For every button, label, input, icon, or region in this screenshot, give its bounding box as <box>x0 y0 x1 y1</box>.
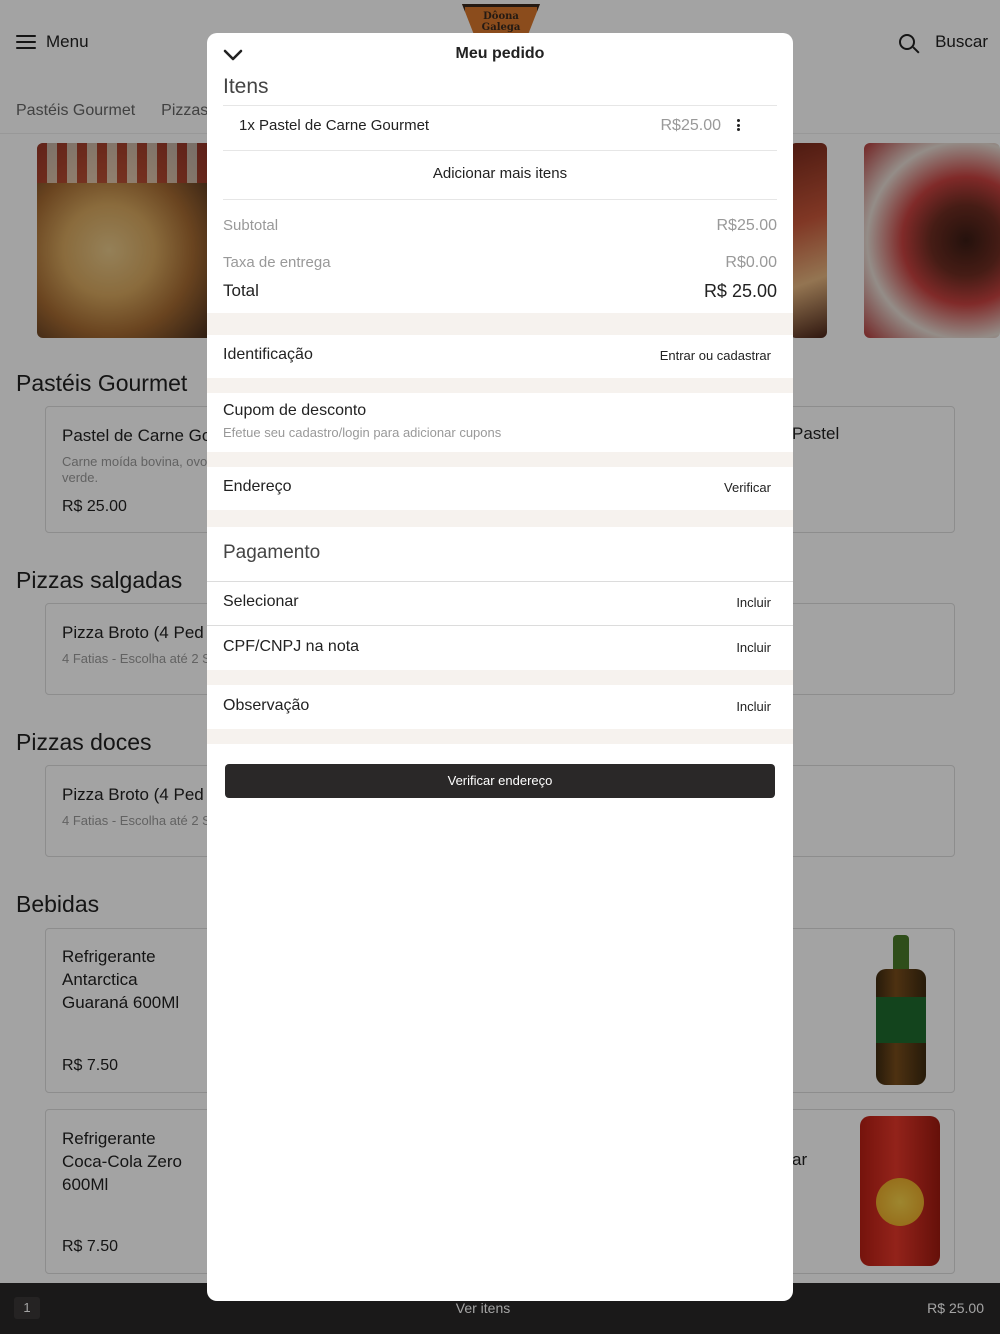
subtotal-value: R$25.00 <box>716 217 778 234</box>
items-heading: Itens <box>223 75 269 98</box>
total-label: Total <box>223 281 259 300</box>
cpf-cnpj-label: CPF/CNPJ na nota <box>223 638 360 655</box>
divider <box>223 150 777 151</box>
coupon-label[interactable]: Cupom de desconto <box>223 402 366 420</box>
delivery-fee-label: Taxa de entrega <box>223 254 331 271</box>
observation-label: Observação <box>223 697 310 714</box>
divider <box>223 105 777 106</box>
coupon-hint: Efetue seu cadastro/login para adicionar… <box>223 425 502 440</box>
payment-heading: Pagamento <box>223 542 321 563</box>
divider <box>223 199 777 200</box>
section-separator <box>207 670 793 685</box>
total-value: R$ 25.00 <box>703 281 777 301</box>
order-modal: Meu pedido Itens 1x Pastel de Carne Gour… <box>207 33 793 1301</box>
more-options-icon[interactable] <box>736 119 740 131</box>
address-label: Endereço <box>223 478 292 495</box>
observation-include-button[interactable]: Incluir <box>736 699 771 714</box>
order-item-name: 1x Pastel de Carne Gourmet <box>239 117 430 134</box>
section-separator <box>207 313 793 335</box>
section-separator <box>207 452 793 467</box>
divider <box>207 625 793 626</box>
modal-title: Meu pedido <box>455 45 545 62</box>
identification-label: Identificação <box>223 346 313 363</box>
divider <box>207 581 793 582</box>
section-separator <box>207 378 793 393</box>
payment-method-include-button[interactable]: Incluir <box>736 595 771 610</box>
order-item-price: R$25.00 <box>660 117 722 134</box>
section-separator <box>207 510 793 527</box>
delivery-fee-value: R$0.00 <box>725 254 777 271</box>
login-register-button[interactable]: Entrar ou cadastrar <box>660 348 771 363</box>
subtotal-label: Subtotal <box>223 217 279 234</box>
cpf-cnpj-include-button[interactable]: Incluir <box>736 640 771 655</box>
section-separator <box>207 729 793 744</box>
payment-method-label: Selecionar <box>223 593 299 610</box>
verify-address-link[interactable]: Verificar <box>724 480 771 495</box>
verify-address-button[interactable]: Verificar endereço <box>225 764 775 798</box>
add-more-items-button[interactable]: Adicionar mais itens <box>207 165 793 182</box>
